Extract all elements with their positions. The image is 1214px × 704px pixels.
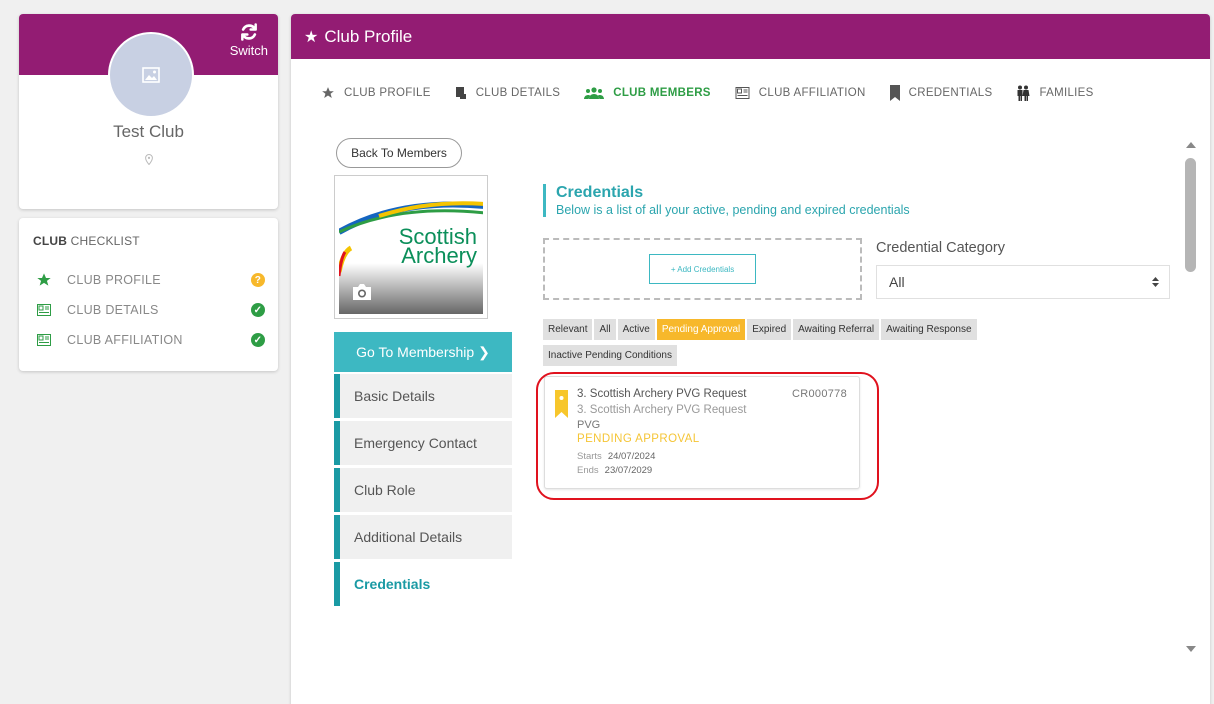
nav-additional-details[interactable]: Additional Details	[334, 515, 512, 559]
back-to-members-button[interactable]: Back To Members	[336, 138, 462, 168]
logo-text: Scottish Archery	[398, 224, 477, 268]
filter-pending-approval[interactable]: Pending Approval	[656, 319, 746, 340]
scroll-thumb[interactable]	[1185, 158, 1196, 272]
pending-icon: ?	[251, 273, 265, 287]
credentials-heading: Credentials Below is a list of all your …	[543, 184, 910, 217]
credential-filters: Relevant All Active Pending Approval Expired…	[543, 319, 1053, 371]
star-icon	[33, 272, 55, 288]
nav-credentials[interactable]: Credentials	[334, 562, 512, 606]
check-circle-icon: ✓	[251, 333, 265, 347]
club-avatar[interactable]	[108, 32, 194, 118]
nav-emergency-contact[interactable]: Emergency Contact	[334, 421, 512, 465]
main-panel: ★ Club Profile CLUB PROFILE CLUB DETAILS…	[291, 14, 1210, 704]
checklist-title: CLUB CHECKLIST	[33, 234, 140, 248]
filter-expired[interactable]: Expired	[747, 319, 792, 340]
annotation-highlight	[536, 372, 879, 500]
sort-arrows-icon	[1152, 277, 1159, 287]
credentials-title: Credentials	[556, 184, 644, 201]
add-credentials-dropzone: + Add Credentials	[543, 238, 862, 300]
filter-relevant[interactable]: Relevant	[543, 319, 593, 340]
document-icon	[455, 86, 467, 100]
refresh-icon	[240, 23, 257, 41]
page-title: Club Profile	[324, 26, 413, 46]
tab-club-profile[interactable]: CLUB PROFILE	[321, 86, 431, 100]
check-circle-icon: ✓	[251, 303, 265, 317]
checklist-item-club-affiliation[interactable]: CLUB AFFILIATION ✓	[33, 330, 265, 350]
filter-active[interactable]: Active	[617, 319, 655, 340]
members-icon	[584, 87, 605, 99]
switch-button[interactable]: Switch	[230, 22, 268, 58]
club-name: Test Club	[113, 122, 184, 141]
club-card: Switch Test Club	[19, 14, 278, 209]
go-to-membership-button[interactable]: Go To Membership ❯	[334, 332, 512, 372]
tab-credentials[interactable]: CREDENTIALS	[889, 85, 993, 101]
switch-label: Switch	[229, 43, 268, 58]
location-pin-icon	[19, 152, 278, 170]
tab-families[interactable]: FAMILIES	[1016, 85, 1093, 101]
checklist-item-club-profile[interactable]: CLUB PROFILE ?	[33, 270, 265, 290]
tab-club-affiliation[interactable]: CLUB AFFILIATION	[735, 87, 866, 99]
image-placeholder-icon	[142, 67, 160, 83]
tab-club-details[interactable]: CLUB DETAILS	[455, 86, 561, 100]
filter-awaiting-referral[interactable]: Awaiting Referral	[793, 319, 880, 340]
camera-icon[interactable]	[351, 283, 373, 306]
tab-bar: CLUB PROFILE CLUB DETAILS CLUB MEMBERS C…	[321, 80, 1118, 106]
id-card-icon	[33, 304, 55, 316]
category-selected-value: All	[889, 274, 905, 290]
credential-category-label: Credential Category	[876, 240, 1005, 256]
scroll-down-arrow-icon[interactable]	[1186, 646, 1196, 652]
scroll-up-arrow-icon[interactable]	[1186, 142, 1196, 148]
panel-header: ★ Club Profile	[291, 14, 1210, 59]
nav-basic-details[interactable]: Basic Details	[334, 374, 512, 418]
tab-club-members[interactable]: CLUB MEMBERS	[584, 87, 711, 99]
credentials-subtitle: Below is a list of all your active, pend…	[556, 203, 910, 217]
family-icon	[1016, 85, 1030, 101]
member-photo[interactable]: Scottish Archery	[334, 175, 488, 319]
scottish-archery-logo: Scottish Archery	[339, 180, 483, 314]
filter-all[interactable]: All	[594, 319, 616, 340]
filter-inactive-pending-conditions[interactable]: Inactive Pending Conditions	[543, 345, 677, 366]
scrollbar[interactable]	[1185, 142, 1197, 652]
filter-awaiting-response[interactable]: Awaiting Response	[881, 319, 977, 340]
credential-category-select[interactable]: All	[876, 265, 1170, 299]
bookmark-icon	[889, 85, 900, 101]
star-icon	[321, 86, 335, 100]
star-icon: ★	[304, 28, 319, 46]
add-credentials-button[interactable]: + Add Credentials	[649, 254, 756, 284]
checklist-item-club-details[interactable]: CLUB DETAILS ✓	[33, 300, 265, 320]
id-card-icon	[735, 87, 750, 99]
member-side-nav: Basic Details Emergency Contact Club Rol…	[334, 374, 512, 609]
nav-club-role[interactable]: Club Role	[334, 468, 512, 512]
id-card-icon	[33, 334, 55, 346]
club-checklist: CLUB CHECKLIST CLUB PROFILE ? CLUB DETAI…	[19, 218, 278, 371]
